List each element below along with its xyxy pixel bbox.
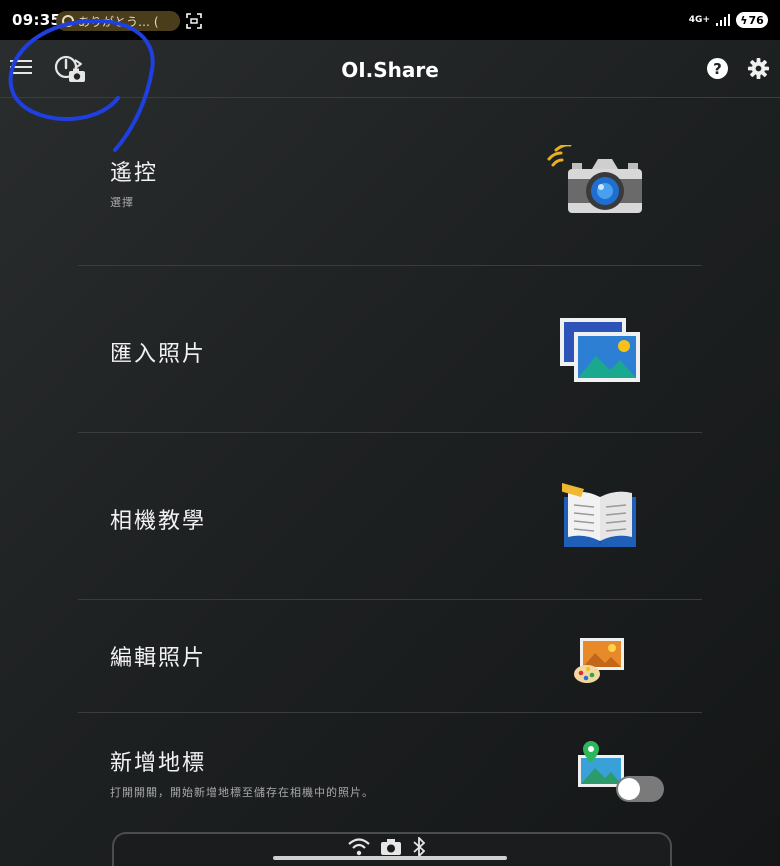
menu-item-title: 編輯照片 xyxy=(110,646,207,671)
edit-photo-palette-icon xyxy=(574,638,624,683)
camera-icon xyxy=(381,839,401,855)
camera-guide-book-icon xyxy=(562,483,636,547)
menu-item-camera-guide[interactable]: 相機教學 xyxy=(78,433,702,600)
app-screen: OI.Share ? 遙控 選擇 匯入照片 相機教學 編輯照片 新增地標 打開開… xyxy=(0,40,780,866)
menu-item-add-geotag[interactable]: 新增地標 打開開關，開始新增地標至儲存在相機中的照片。 xyxy=(78,713,702,833)
menu-item-import-photos[interactable]: 匯入照片 xyxy=(78,266,702,433)
settings-gear-icon[interactable] xyxy=(747,57,770,80)
app-title: OI.Share xyxy=(341,58,439,82)
battery-bolt-icon: ϟ xyxy=(740,13,748,27)
notification-pill[interactable]: ありがとう… ( xyxy=(56,11,180,31)
help-icon[interactable]: ? xyxy=(707,58,728,79)
menu-item-remote[interactable]: 遙控 選擇 xyxy=(78,99,702,266)
connection-icons xyxy=(348,837,426,857)
screenshot-icon xyxy=(186,13,202,29)
network-type: 4G+ xyxy=(688,14,710,25)
gesture-home-bar[interactable] xyxy=(273,856,507,860)
camera-connection-icon[interactable] xyxy=(53,54,87,84)
menu-item-edit-photos[interactable]: 編輯照片 xyxy=(78,600,702,713)
battery-level: 76 xyxy=(748,13,764,27)
menu-item-title: 新增地標 xyxy=(110,751,207,776)
notification-icon xyxy=(62,15,74,27)
signal-icon xyxy=(716,14,730,26)
bluetooth-icon xyxy=(413,837,426,857)
menu-item-title: 相機教學 xyxy=(110,509,207,534)
remote-camera-icon xyxy=(547,145,642,213)
geotag-toggle-switch[interactable] xyxy=(616,776,664,802)
menu-item-subtitle: 選擇 xyxy=(110,196,134,209)
menu-item-title: 匯入照片 xyxy=(110,342,207,367)
battery-indicator: ϟ 76 xyxy=(736,12,768,28)
status-time: 09:35 xyxy=(12,11,62,29)
status-bar: 09:35 ありがとう… ( 4G+ ϟ 76 xyxy=(0,0,780,40)
menu-icon[interactable] xyxy=(10,56,34,80)
import-photos-icon xyxy=(560,318,640,382)
menu-item-subtitle: 打開開關，開始新增地標至儲存在相機中的照片。 xyxy=(110,786,374,799)
menu-item-title: 遙控 xyxy=(110,161,159,186)
notification-text: ありがとう… ( xyxy=(78,14,159,29)
wifi-icon xyxy=(348,838,370,856)
toggle-knob xyxy=(618,778,640,800)
app-bar: OI.Share ? xyxy=(0,40,780,98)
